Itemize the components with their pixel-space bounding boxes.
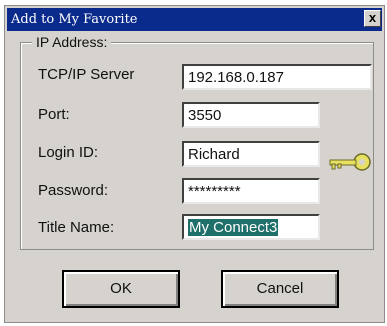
- cancel-button[interactable]: Cancel: [221, 270, 339, 308]
- tcpip-server-label: TCP/IP Server: [38, 66, 135, 83]
- login-id-label: Login ID:: [38, 144, 99, 161]
- close-button[interactable]: x: [364, 10, 381, 27]
- tcpip-server-input[interactable]: 192.168.0.187: [182, 64, 372, 90]
- dialog-title: Add to My Favorite: [11, 12, 138, 27]
- password-input[interactable]: *********: [182, 178, 320, 204]
- login-id-input[interactable]: Richard: [182, 141, 320, 167]
- title-bar[interactable]: Add to My Favorite x: [7, 8, 382, 31]
- port-label: Port:: [38, 106, 70, 123]
- ok-button[interactable]: OK: [62, 270, 180, 308]
- title-name-selection: My Connect3: [188, 219, 279, 236]
- title-name-label: Title Name:: [38, 219, 115, 236]
- password-label: Password:: [38, 182, 109, 199]
- port-input[interactable]: 3550: [182, 102, 320, 128]
- key-icon: [329, 153, 371, 171]
- group-legend: IP Address:: [32, 34, 112, 50]
- title-name-input[interactable]: My Connect3: [182, 214, 320, 240]
